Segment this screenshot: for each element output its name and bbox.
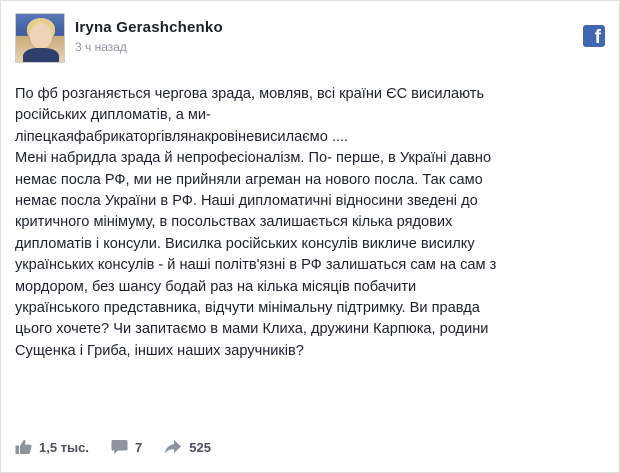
avatar-body (23, 48, 59, 62)
post-line: немає посла РФ, ми не прийняли агреман н… (15, 171, 483, 188)
post-line: українських консулів - й наші політв'язн… (15, 257, 497, 274)
post-line: ліпецкаяфабрикаторгівлянакровіневисилаєм… (15, 128, 349, 145)
thumbs-up-icon (15, 439, 32, 454)
facebook-post-card: Iryna Gerashchenko 3 ч назад f По фб роз… (0, 0, 620, 473)
post-line: По фб розганяється чергова зрада, мовляв… (15, 86, 485, 102)
likes-stat[interactable]: 1,5 тыс. (15, 439, 89, 455)
post-line: немає посла України в РФ. Наші дипломати… (15, 193, 478, 210)
share-icon (165, 440, 182, 454)
comments-stat[interactable]: 7 (111, 439, 142, 455)
post-line: Мені набридла зрада й непрофесіоналізм. … (15, 150, 492, 167)
facebook-logo-icon[interactable]: f (583, 25, 605, 47)
post-stats: 1,5 тыс. 7 525 (15, 439, 233, 455)
shares-count: 525 (189, 439, 211, 455)
comment-icon (111, 440, 128, 454)
post-line: Сущенка і Гриба, інших наших заручників? (15, 342, 304, 359)
post-line: цього хочете? Чи запитаємо в мами Клиха,… (15, 321, 489, 338)
post-line: російських дипломатів, а ми- (15, 107, 211, 124)
post-line: дипломатів і консули. Висилка російських… (15, 235, 475, 252)
post-meta: Iryna Gerashchenko 3 ч назад (75, 19, 223, 54)
avatar[interactable] (15, 13, 65, 63)
post-line: українського представника, відчути мінім… (15, 300, 480, 317)
post-timestamp[interactable]: 3 ч назад (75, 40, 223, 54)
post-body: По фб розганяється чергова зрада, мовляв… (15, 84, 607, 362)
post-header: Iryna Gerashchenko 3 ч назад (15, 13, 223, 63)
author-name[interactable]: Iryna Gerashchenko (75, 19, 223, 36)
comments-count: 7 (135, 439, 143, 455)
likes-count: 1,5 тыс. (39, 439, 89, 455)
avatar-face (30, 23, 52, 49)
post-line: мордором, без шансу бодай раз на кілька … (15, 278, 417, 295)
shares-stat[interactable]: 525 (164, 439, 211, 455)
post-line: критичного мінімуму, в посольствах залиш… (15, 214, 453, 231)
